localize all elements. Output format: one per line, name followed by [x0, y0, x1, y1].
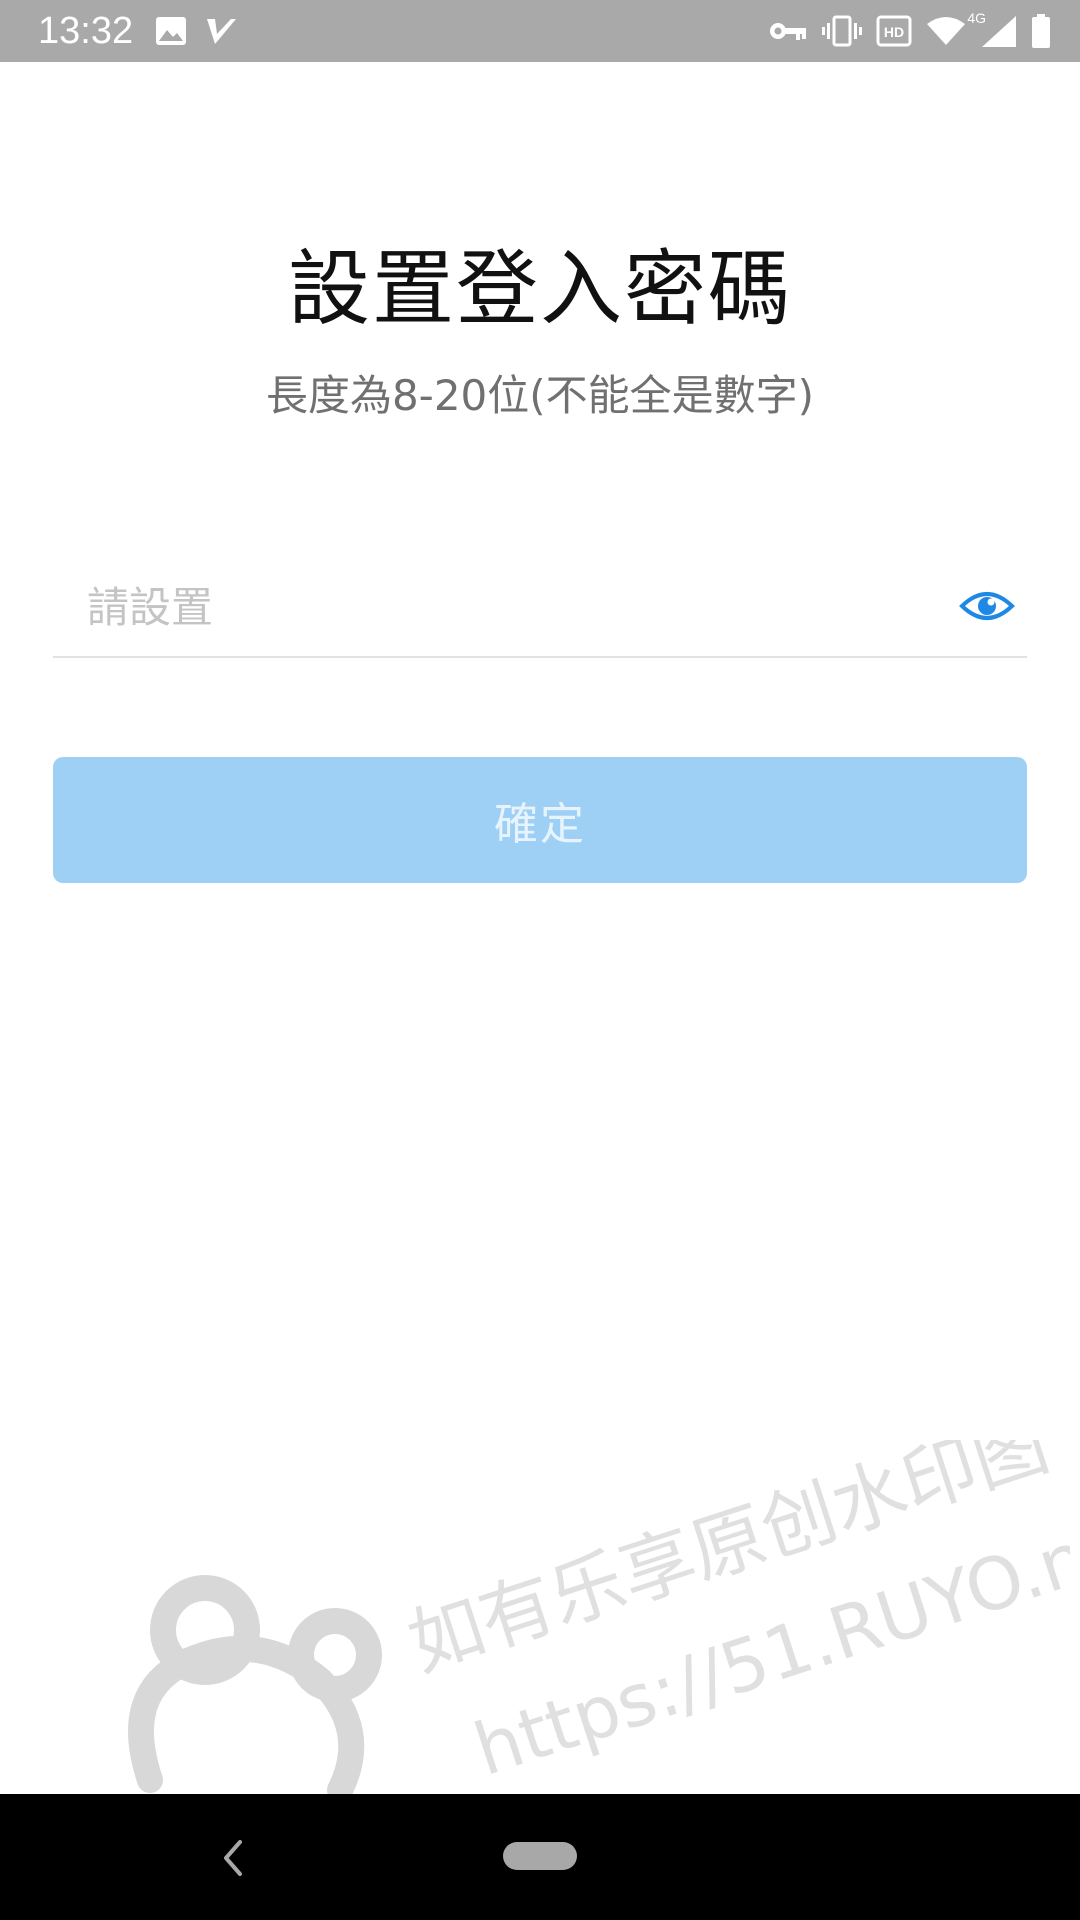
status-right-icons: HD	[754, 12, 1050, 50]
key-icon	[770, 23, 806, 40]
watermark-url: https://51.RUYO.net	[465, 1493, 1070, 1792]
watermark-logo-icon	[128, 1575, 382, 1800]
battery-icon	[1032, 14, 1050, 48]
password-input[interactable]	[87, 560, 907, 654]
password-field-row	[53, 560, 1027, 658]
home-pill-icon[interactable]	[503, 1842, 577, 1870]
hd-icon: HD	[876, 15, 912, 47]
page-subtitle: 長度為8-20位(不能全是數字)	[265, 371, 815, 420]
back-icon[interactable]	[214, 1834, 254, 1882]
status-time: 13:32	[38, 10, 134, 52]
eye-icon[interactable]	[959, 586, 1015, 626]
navigation-bar	[0, 1794, 1080, 1920]
svg-text:HD: HD	[884, 24, 904, 40]
signal-icon	[982, 16, 1016, 47]
status-bar: 13:32 4G HD	[0, 0, 1080, 62]
wifi-icon	[927, 17, 965, 45]
page-title: 設置登入密碼	[287, 242, 792, 337]
confirm-button[interactable]: 確定	[53, 757, 1027, 883]
watermark-text: 如有乐享原创水印图	[399, 1440, 1059, 1688]
watermark: 如有乐享原创水印图 https://51.RUYO.net	[128, 1440, 1070, 1800]
vibrate-icon	[822, 15, 862, 47]
status-left-icons	[155, 14, 255, 48]
app-screen: 13:32 4G HD 設置登入密碼 長度為8-20位(不能全是數字) 確定 如…	[0, 0, 1080, 1920]
image-icon	[156, 17, 186, 45]
check-app-icon	[207, 19, 236, 44]
